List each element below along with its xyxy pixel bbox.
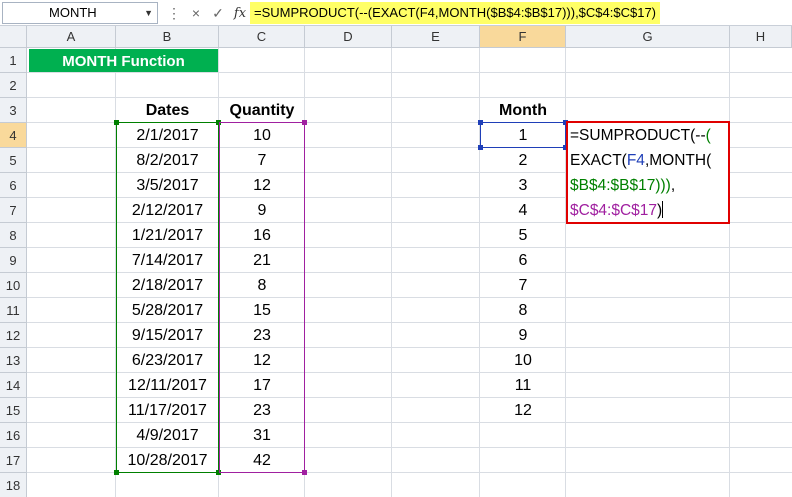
- row-header-16[interactable]: 16: [0, 423, 27, 448]
- select-all-corner[interactable]: [0, 26, 27, 48]
- row-header-13[interactable]: 13: [0, 348, 27, 373]
- column-header-a[interactable]: A: [27, 26, 116, 48]
- edit-ref-f4: F4: [626, 152, 645, 169]
- month-cell[interactable]: 2: [480, 148, 566, 173]
- range-handle[interactable]: [114, 120, 119, 125]
- row-header-18[interactable]: 18: [0, 473, 27, 497]
- formula-input[interactable]: =SUMPRODUCT(--(EXACT(F4,MONTH($B$4:$B$17…: [250, 2, 661, 24]
- cancel-icon[interactable]: ×: [188, 5, 204, 21]
- range-handle[interactable]: [114, 470, 119, 475]
- quantity-header[interactable]: Quantity: [219, 98, 305, 123]
- range-handle[interactable]: [478, 120, 483, 125]
- month-cell[interactable]: 5: [480, 223, 566, 248]
- month-cell[interactable]: 10: [480, 348, 566, 373]
- month-cell[interactable]: 11: [480, 373, 566, 398]
- month-header[interactable]: Month: [480, 98, 566, 123]
- edit-ref-quantity: $C$4:$C$17: [570, 202, 658, 219]
- name-box[interactable]: MONTH ▼: [2, 2, 158, 24]
- row-header-14[interactable]: 14: [0, 373, 27, 398]
- edit-line-4: $C$4:$C$17): [570, 198, 728, 223]
- range-handle[interactable]: [478, 145, 483, 150]
- edit-line-3: $B$4:$B$17))),: [570, 173, 728, 198]
- formula-bar: MONTH ▼ ⋮ × ✓ fx =SUMPRODUCT(--(EXACT(F4…: [0, 0, 792, 26]
- gridline: [27, 72, 792, 73]
- more-icon: ⋮: [167, 4, 181, 21]
- name-box-value: MONTH: [49, 5, 97, 20]
- title-cell[interactable]: MONTH Function: [29, 49, 218, 72]
- edit-text: ,MONTH(: [644, 152, 712, 169]
- row-header-7[interactable]: 7: [0, 198, 27, 223]
- column-header-c[interactable]: C: [219, 26, 305, 48]
- enter-icon[interactable]: ✓: [210, 5, 226, 22]
- dates-header[interactable]: Dates: [116, 98, 219, 123]
- row-header-9[interactable]: 9: [0, 248, 27, 273]
- column-header-f[interactable]: F: [480, 26, 566, 48]
- row-header-6[interactable]: 6: [0, 173, 27, 198]
- insert-function-icon[interactable]: fx: [232, 6, 248, 21]
- edit-ref-dates: $B$4:$B$17: [570, 177, 656, 194]
- row-header-3[interactable]: 3: [0, 98, 27, 123]
- edit-text: ))): [655, 177, 671, 194]
- row-header-11[interactable]: 11: [0, 298, 27, 323]
- row-header-2[interactable]: 2: [0, 73, 27, 98]
- month-cell[interactable]: 12: [480, 398, 566, 423]
- row-header-17[interactable]: 17: [0, 448, 27, 473]
- name-box-dropdown-icon[interactable]: ▼: [144, 3, 153, 23]
- edit-text: =SUMPRODUCT(--: [570, 127, 706, 144]
- column-header-d[interactable]: D: [305, 26, 392, 48]
- month-cell[interactable]: 8: [480, 298, 566, 323]
- cell-edit-box[interactable]: =SUMPRODUCT(--( EXACT(F4,MONTH( $B$4:$B$…: [566, 121, 730, 224]
- quantity-range-highlight: [219, 122, 305, 473]
- edit-line-1: =SUMPRODUCT(--(: [570, 123, 728, 148]
- month-cell[interactable]: 7: [480, 273, 566, 298]
- range-handle[interactable]: [302, 470, 307, 475]
- row-header-12[interactable]: 12: [0, 323, 27, 348]
- month-cell[interactable]: 9: [480, 323, 566, 348]
- column-header-b[interactable]: B: [116, 26, 219, 48]
- month-ref-highlight: [480, 122, 566, 148]
- dates-range-highlight: [116, 122, 219, 473]
- row-header-4[interactable]: 4: [0, 123, 27, 148]
- edit-text: ,: [670, 177, 676, 194]
- row-header-15[interactable]: 15: [0, 398, 27, 423]
- row-header-10[interactable]: 10: [0, 273, 27, 298]
- range-handle[interactable]: [302, 120, 307, 125]
- row-header-5[interactable]: 5: [0, 148, 27, 173]
- edit-text: EXACT(: [570, 152, 627, 169]
- row-header-1[interactable]: 1: [0, 48, 27, 73]
- edit-line-2: EXACT(F4,MONTH(: [570, 148, 728, 173]
- month-cell[interactable]: 4: [480, 198, 566, 223]
- month-cell[interactable]: 6: [480, 248, 566, 273]
- row-header-8[interactable]: 8: [0, 223, 27, 248]
- edit-text: (: [705, 127, 711, 144]
- text-caret: [662, 201, 664, 218]
- month-cell[interactable]: 3: [480, 173, 566, 198]
- column-header-g[interactable]: G: [566, 26, 730, 48]
- column-header-h[interactable]: H: [730, 26, 792, 48]
- column-header-e[interactable]: E: [392, 26, 480, 48]
